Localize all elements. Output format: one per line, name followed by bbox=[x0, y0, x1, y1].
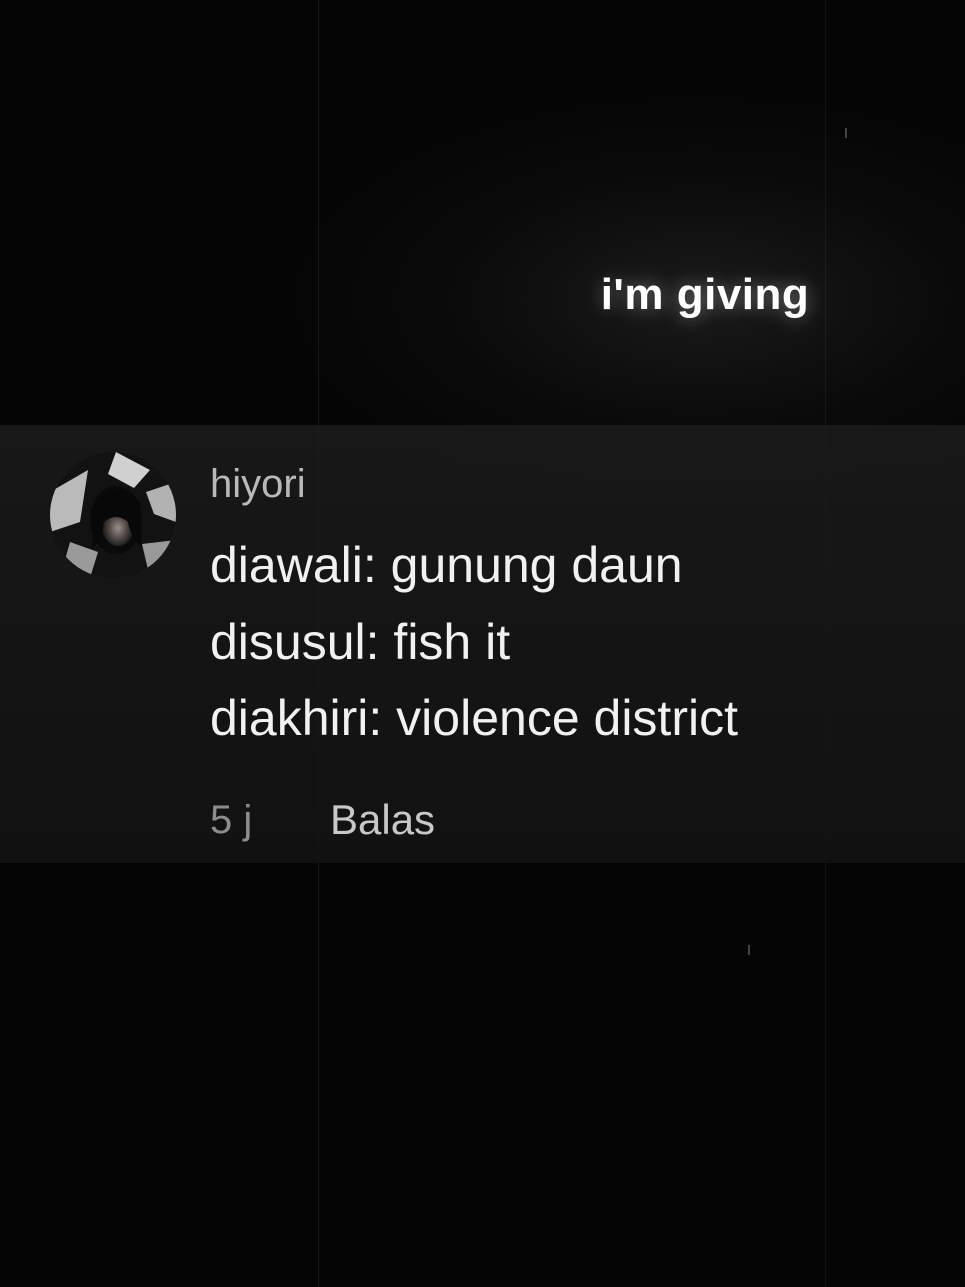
reply-button[interactable]: Balas bbox=[330, 796, 435, 844]
comment-username[interactable]: hiyori bbox=[210, 462, 306, 507]
dust-speck bbox=[748, 945, 750, 955]
comment-text-line: diakhiri: violence district bbox=[210, 690, 738, 746]
comment-text-line: disusul: fish it bbox=[210, 614, 511, 670]
avatar-image bbox=[50, 452, 176, 578]
comment-timestamp: 5 j bbox=[210, 798, 253, 842]
video-caption: i'm giving bbox=[600, 270, 810, 319]
avatar[interactable] bbox=[50, 452, 176, 578]
video-frame: i'm giving hiyori diawali: gunung daun d… bbox=[0, 0, 965, 1287]
dust-speck bbox=[845, 128, 847, 138]
comment-text-line: diawali: gunung daun bbox=[210, 537, 683, 593]
